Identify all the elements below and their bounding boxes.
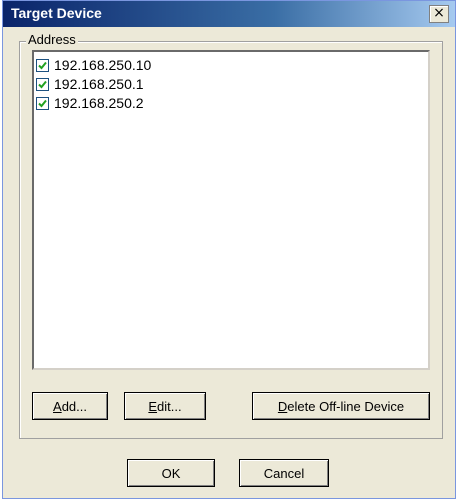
ip-address-label: 192.168.250.10 (54, 57, 152, 73)
checkbox[interactable] (36, 58, 49, 72)
close-button[interactable]: × (429, 5, 449, 23)
list-item[interactable]: 192.168.250.10 (36, 56, 151, 74)
ip-address-label: 192.168.250.2 (54, 95, 144, 111)
delete-mnemonic: D (277, 398, 288, 414)
address-group: Address 192.168.250.10 192.168.250.1 192… (19, 32, 443, 439)
cancel-label: Cancel (263, 465, 305, 481)
edit-button[interactable]: Edit... (124, 392, 206, 420)
ok-button[interactable]: OK (127, 459, 215, 487)
cancel-button[interactable]: Cancel (239, 459, 329, 487)
list-item[interactable]: 192.168.250.1 (36, 75, 144, 93)
delete-offline-device-button[interactable]: Delete Off-line Device (252, 392, 430, 420)
delete-label: elete Off-line Device (287, 398, 405, 414)
checkmark-icon (38, 61, 47, 69)
window-title: Target Device (11, 5, 102, 21)
address-group-label: Address (26, 32, 78, 47)
checkbox[interactable] (36, 77, 49, 91)
title-bar[interactable]: Target Device × (3, 1, 455, 27)
ok-label: OK (161, 465, 181, 481)
add-label: dd... (61, 398, 87, 414)
checkmark-icon (38, 80, 47, 88)
ip-address-label: 192.168.250.1 (54, 76, 144, 92)
checkmark-icon (38, 99, 47, 107)
address-list[interactable]: 192.168.250.10 192.168.250.1 192.168.250… (32, 50, 430, 370)
list-item[interactable]: 192.168.250.2 (36, 94, 144, 112)
checkbox[interactable] (36, 96, 49, 110)
add-button[interactable]: Add... (32, 392, 108, 420)
add-mnemonic: A (53, 398, 62, 414)
target-device-dialog: Target Device × Address 192.168.250.10 1… (2, 0, 456, 499)
close-icon: × (433, 5, 445, 21)
edit-mnemonic: E (148, 398, 158, 414)
edit-label: dit... (157, 398, 182, 414)
